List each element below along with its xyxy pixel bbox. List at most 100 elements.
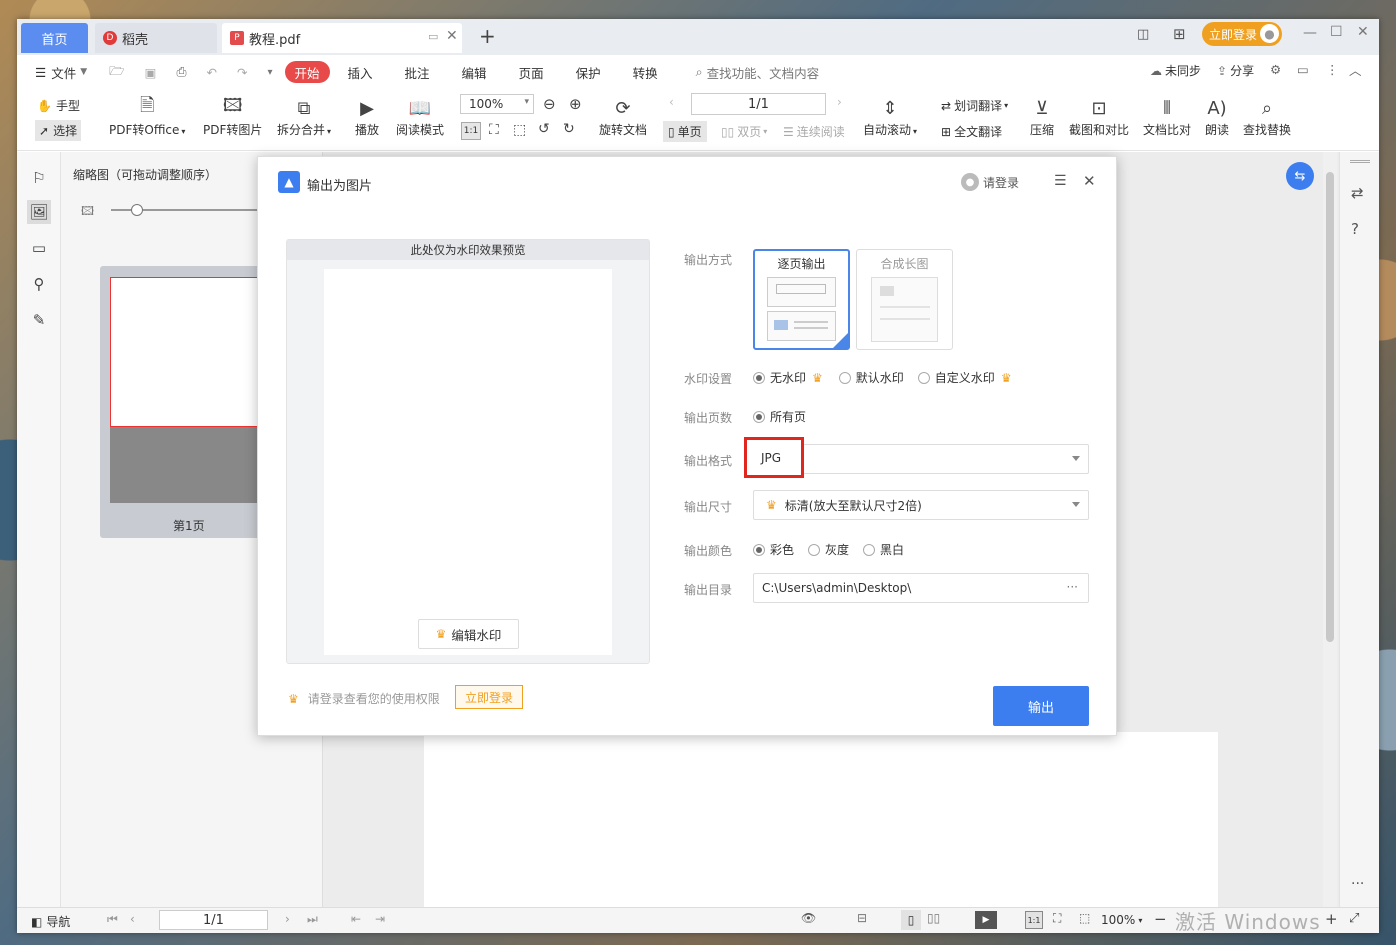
tab-daoke[interactable]: D 稻壳 bbox=[95, 23, 217, 53]
play-status-icon[interactable]: ▶ bbox=[975, 911, 997, 929]
tab-home[interactable]: 首页 bbox=[21, 23, 88, 53]
rotate-right-icon[interactable]: ↻ bbox=[563, 121, 575, 137]
doc-compare-button[interactable]: ⫴ 文档比对 bbox=[1143, 95, 1191, 138]
find-replace-button[interactable]: ⌕ 查找替换 bbox=[1243, 95, 1291, 138]
menu-convert[interactable]: 转换 bbox=[625, 61, 666, 83]
dir-input[interactable]: C:\Users\admin\Desktop\ ··· bbox=[753, 573, 1089, 603]
tab-document[interactable]: P 教程.pdf ▭ ✕ bbox=[222, 23, 462, 53]
fit-page-status-icon[interactable]: ⛶ bbox=[1053, 911, 1061, 926]
color-gray-radio[interactable]: 灰度 bbox=[808, 541, 849, 558]
scrollbar-thumb[interactable] bbox=[1326, 172, 1334, 642]
double-page-button[interactable]: ▯▯ 双页 ▾ bbox=[721, 123, 767, 140]
pin-tab-icon[interactable]: ▭ bbox=[428, 30, 438, 43]
more-dots-icon[interactable]: ··· bbox=[1351, 876, 1364, 892]
fullscreen-icon[interactable]: ⤢ bbox=[1349, 911, 1359, 926]
menu-protect[interactable]: 保护 bbox=[568, 61, 609, 83]
collapse-ribbon-icon[interactable]: ︿ bbox=[1349, 60, 1362, 79]
undo-icon[interactable]: ↶ bbox=[199, 61, 225, 83]
dialog-close-icon[interactable]: ✕ bbox=[1083, 172, 1096, 190]
dialog-menu-icon[interactable]: ☰ bbox=[1054, 173, 1067, 189]
next-page-icon[interactable]: › bbox=[837, 95, 842, 109]
menu-start[interactable]: 开始 bbox=[284, 61, 330, 83]
close-window-icon[interactable]: ✕ bbox=[1357, 24, 1369, 40]
single-page-button[interactable]: ▯ 单页 bbox=[663, 121, 707, 142]
wm-default-radio[interactable]: 默认水印 bbox=[838, 369, 904, 386]
mode-per-page-option[interactable]: 逐页输出 bbox=[753, 249, 850, 350]
pdf-to-office-button[interactable]: 🗎 PDF转Office ▾ bbox=[109, 95, 185, 138]
color-bw-radio[interactable]: 黑白 bbox=[863, 541, 904, 558]
search-function[interactable]: ⌕ 查找功能、文档内容 bbox=[688, 61, 828, 83]
zoom-in-icon[interactable]: ⊕ bbox=[569, 95, 582, 113]
last-page-icon[interactable]: ⏭ bbox=[307, 912, 318, 927]
zoom-out-status-icon[interactable]: − bbox=[1154, 910, 1167, 928]
rotate-left-icon[interactable]: ↺ bbox=[538, 121, 550, 137]
save-icon[interactable]: ▣ bbox=[137, 61, 165, 83]
back-icon[interactable]: ⇤ bbox=[351, 912, 361, 926]
word-translate-button[interactable]: ⇄ 划词翻译 ▾ bbox=[941, 97, 1008, 114]
dialog-login[interactable]: ● 请登录 bbox=[961, 173, 1019, 191]
bookmark-icon[interactable]: ⚐ bbox=[27, 166, 51, 190]
size-select[interactable]: ♛ 标清(放大至默认尺寸2倍) bbox=[753, 490, 1089, 520]
menu-page[interactable]: 页面 bbox=[511, 61, 552, 83]
mode-long-image-option[interactable]: 合成长图 bbox=[856, 249, 953, 350]
continuous-read-button[interactable]: ☰ 连续阅读 bbox=[783, 123, 845, 140]
select-tool[interactable]: ➚ 选择 bbox=[35, 120, 82, 141]
read-aloud-button[interactable]: A) 朗读 bbox=[1205, 95, 1229, 138]
close-tab-icon[interactable]: ✕ bbox=[446, 28, 458, 44]
browse-dir-button[interactable]: ··· bbox=[1067, 580, 1078, 594]
next-page-status-icon[interactable]: › bbox=[285, 912, 290, 926]
fit-page-icon[interactable]: ⛶ bbox=[489, 122, 499, 138]
pdf-to-image-button[interactable]: 🖾 PDF转图片 bbox=[203, 95, 262, 138]
auto-scroll-button[interactable]: ⇕ 自动滚动 ▾ bbox=[863, 95, 917, 138]
prev-page-status-icon[interactable]: ‹ bbox=[130, 912, 135, 926]
minimize-icon[interactable]: — bbox=[1303, 25, 1317, 41]
page-number-input[interactable]: 1/1 bbox=[691, 93, 826, 115]
nav-toggle[interactable]: ◧ 导航 bbox=[31, 913, 70, 930]
settings-gear-icon[interactable]: ⚙ bbox=[1270, 62, 1281, 77]
status-zoom[interactable]: 100% ▾ bbox=[1101, 913, 1142, 927]
prev-page-icon[interactable]: ‹ bbox=[669, 95, 674, 109]
actual-size-status-icon[interactable]: 1:1 bbox=[1025, 911, 1043, 929]
first-page-icon[interactable]: ⏮ bbox=[107, 912, 118, 927]
zoom-in-status-icon[interactable]: + bbox=[1325, 910, 1338, 928]
apps-grid-icon[interactable]: ⊞ bbox=[1173, 25, 1186, 43]
file-menu[interactable]: ☰ 文件 ▼ bbox=[27, 61, 95, 83]
login-button[interactable]: 立即登录 ● bbox=[1202, 22, 1282, 46]
footer-login-button[interactable]: 立即登录 bbox=[455, 685, 523, 709]
slider-handle[interactable] bbox=[131, 204, 143, 216]
eye-protect-icon[interactable]: 👁 bbox=[801, 911, 816, 925]
wm-none-radio[interactable]: 无水印 ♛ bbox=[753, 369, 823, 386]
full-translate-button[interactable]: ⊞ 全文翻译 bbox=[941, 123, 1002, 140]
compress-button[interactable]: ⊻ 压缩 bbox=[1030, 95, 1054, 138]
single-page-status-icon[interactable]: ▯ bbox=[901, 910, 921, 930]
forward-icon[interactable]: ⇥ bbox=[375, 912, 385, 926]
redo-icon[interactable]: ↷ bbox=[229, 61, 255, 83]
signature-icon[interactable]: ✎ bbox=[27, 308, 51, 332]
hand-tool[interactable]: ✋ 手型 bbox=[37, 97, 80, 114]
sync-status[interactable]: ☁ 未同步 bbox=[1150, 62, 1201, 79]
maximize-icon[interactable]: ☐ bbox=[1330, 24, 1343, 40]
fit-width-status-icon[interactable]: ⬚ bbox=[1079, 911, 1090, 925]
split-merge-button[interactable]: ⧉ 拆分合并 ▾ bbox=[277, 95, 331, 138]
wm-custom-radio[interactable]: 自定义水印 ♛ bbox=[917, 369, 1012, 386]
translate-side-icon[interactable]: ⇄ bbox=[1351, 184, 1364, 202]
rotate-document-button[interactable]: ⟳ 旋转文档 bbox=[599, 95, 647, 138]
help-icon[interactable]: ? bbox=[1351, 220, 1359, 238]
menu-insert[interactable]: 插入 bbox=[340, 61, 381, 83]
menu-annotate[interactable]: 批注 bbox=[397, 61, 438, 83]
read-mode-button[interactable]: 📖 阅读模式 bbox=[396, 95, 444, 138]
thumbnail-icon[interactable]: 🖼 bbox=[27, 200, 51, 224]
share-button[interactable]: ⇪ 分享 bbox=[1217, 62, 1254, 79]
vertical-scrollbar[interactable] bbox=[1323, 152, 1337, 907]
pages-all-radio[interactable]: 所有页 bbox=[753, 408, 806, 425]
screenshot-compare-button[interactable]: ⊡ 截图和对比 bbox=[1069, 95, 1129, 138]
floating-convert-icon[interactable]: ⇆ bbox=[1286, 162, 1314, 190]
actual-size-icon[interactable]: 1:1 bbox=[461, 122, 481, 140]
zoom-select[interactable]: 100% ▾ bbox=[460, 94, 534, 114]
print-icon[interactable]: ⎙ bbox=[168, 61, 194, 83]
fit-width-icon[interactable]: ⬚ bbox=[513, 122, 526, 138]
comment-icon[interactable]: ▭ bbox=[27, 236, 51, 260]
split-view-icon[interactable]: ⊟ bbox=[857, 911, 867, 925]
double-page-status-icon[interactable]: ▯▯ bbox=[927, 911, 940, 925]
status-page-input[interactable]: 1/1 bbox=[159, 910, 268, 930]
